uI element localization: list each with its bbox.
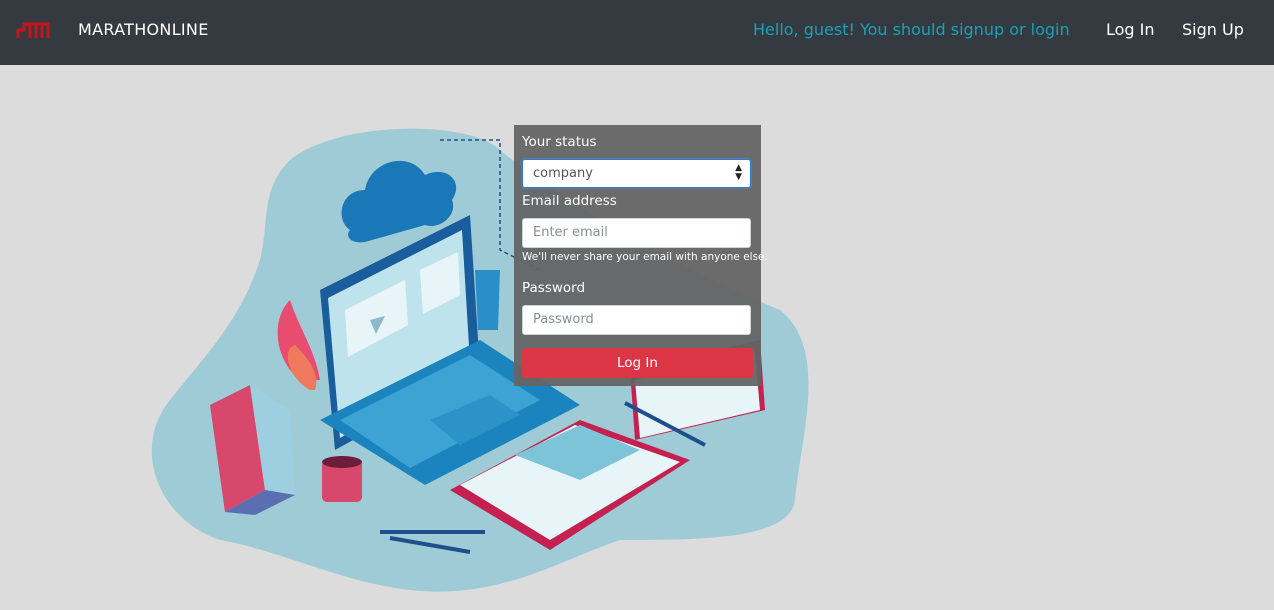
- password-field[interactable]: Password: [522, 305, 751, 335]
- password-placeholder: Password: [533, 312, 594, 327]
- brand-name[interactable]: MARATHONLINE: [78, 20, 209, 39]
- nav-login-link[interactable]: Log In: [1106, 20, 1155, 39]
- password-label: Password: [522, 280, 586, 296]
- nav-signup-link[interactable]: Sign Up: [1182, 20, 1244, 39]
- status-select-value: company: [533, 166, 593, 181]
- status-label: Your status: [522, 134, 597, 150]
- login-button[interactable]: Log In: [522, 348, 753, 378]
- email-label: Email address: [522, 193, 617, 209]
- email-field[interactable]: Enter email: [522, 218, 751, 248]
- email-help-text: We'll never share your email with anyone…: [522, 251, 768, 263]
- marathon-logo-icon[interactable]: [16, 20, 50, 40]
- guest-greeting[interactable]: Hello, guest! You should signup or login: [753, 20, 1070, 39]
- select-arrows-icon: ▲ ▼: [735, 163, 742, 182]
- email-placeholder: Enter email: [533, 225, 608, 240]
- status-select[interactable]: company ▲ ▼: [522, 159, 751, 188]
- navbar: MARATHONLINE Hello, guest! You should si…: [0, 0, 1274, 65]
- login-form: Your status company ▲ ▼ Email address Ent…: [514, 125, 768, 386]
